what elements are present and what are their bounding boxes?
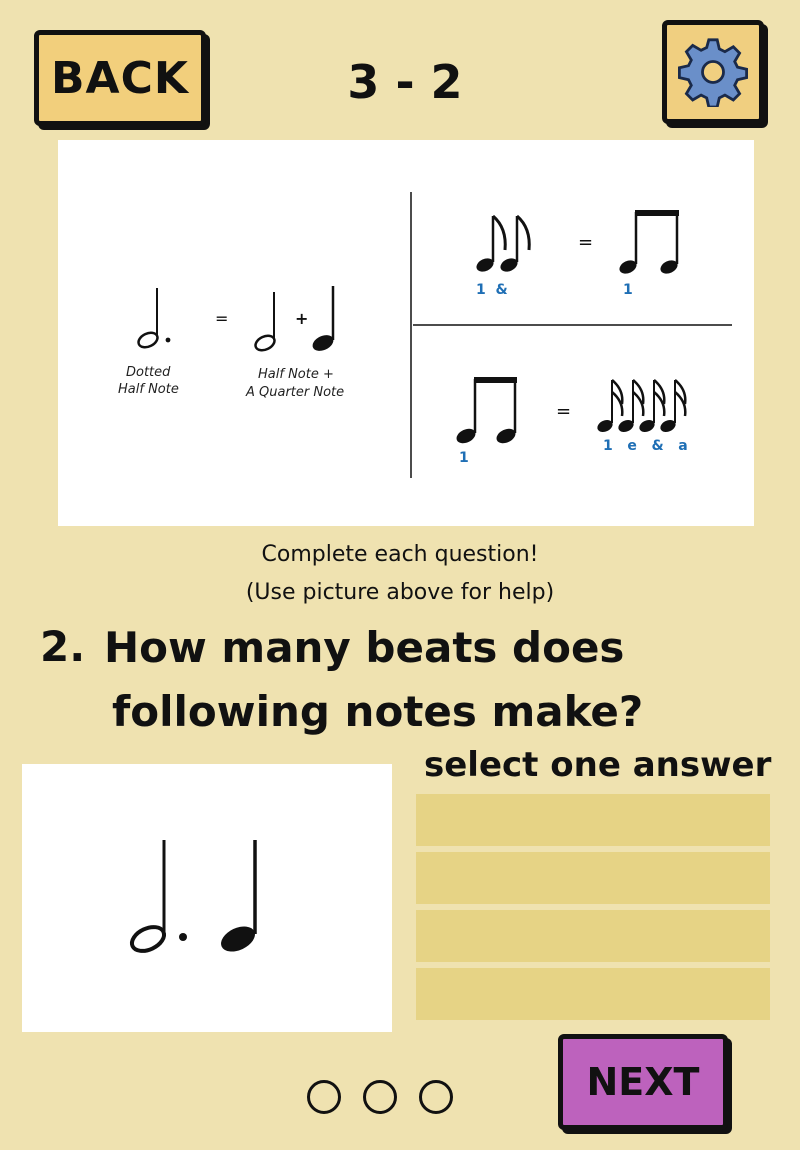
beamed-eighth-pair-icon-2 <box>456 377 517 444</box>
quarter-note-icon <box>312 286 335 351</box>
question-notes-image <box>22 764 392 1032</box>
answer-option-4[interactable] <box>416 968 770 1020</box>
answer-option-3[interactable] <box>416 910 770 962</box>
select-answer-label: select one answer <box>424 745 772 785</box>
eighth-counts-left: 1 & <box>476 282 508 298</box>
sum-label-1: Half Note + <box>258 367 334 382</box>
progress-dot-1 <box>307 1080 341 1114</box>
next-button[interactable]: NEXT <box>558 1034 728 1130</box>
dotted-label-2: Half Note <box>118 382 179 397</box>
gear-icon <box>678 38 748 107</box>
question-line-1: How many beats does <box>104 623 625 672</box>
level-indicator: 3 - 2 <box>347 55 463 109</box>
answer-option-1[interactable] <box>416 794 770 846</box>
back-button[interactable]: BACK <box>34 30 206 126</box>
beamed-eighth-pair-icon <box>619 210 679 274</box>
instructions-line-2: (Use picture above for help) <box>245 580 555 605</box>
settings-button[interactable] <box>662 20 764 124</box>
equals-sign: = <box>215 309 228 328</box>
sum-label-2: A Quarter Note <box>245 385 344 400</box>
four-sixteenth-notes-icon <box>597 379 687 433</box>
dotted-label-1: Dotted <box>126 365 171 380</box>
two-eighth-notes-icon <box>476 214 531 272</box>
rhythm-help-image: Dotted Half Note = + Half Note + A Quart… <box>58 140 754 526</box>
instructions-line-1: Complete each question! <box>261 542 539 567</box>
quarter-note-icon-large <box>221 840 257 952</box>
progress-dot-3 <box>419 1080 453 1114</box>
question-line-2: following notes make? <box>112 687 644 736</box>
sixteenth-counts-right: 1 e & a <box>603 438 688 454</box>
half-note-icon <box>254 292 276 352</box>
question-number: 2. <box>40 622 86 671</box>
instructions: Complete each question! (Use picture abo… <box>190 536 610 612</box>
eighth-equals: = <box>578 232 593 253</box>
question-text: How many beats does following notes make… <box>104 616 664 744</box>
dotted-half-note-icon-large <box>129 840 187 953</box>
answer-option-2[interactable] <box>416 852 770 904</box>
dotted-half-note-icon <box>137 288 171 349</box>
eighth-counts-right: 1 <box>623 282 633 298</box>
sixteenth-equals: = <box>556 401 571 422</box>
plus-sign: + <box>295 309 308 328</box>
sixteenth-counts-left: 1 <box>459 450 469 466</box>
progress-dot-2 <box>363 1080 397 1114</box>
